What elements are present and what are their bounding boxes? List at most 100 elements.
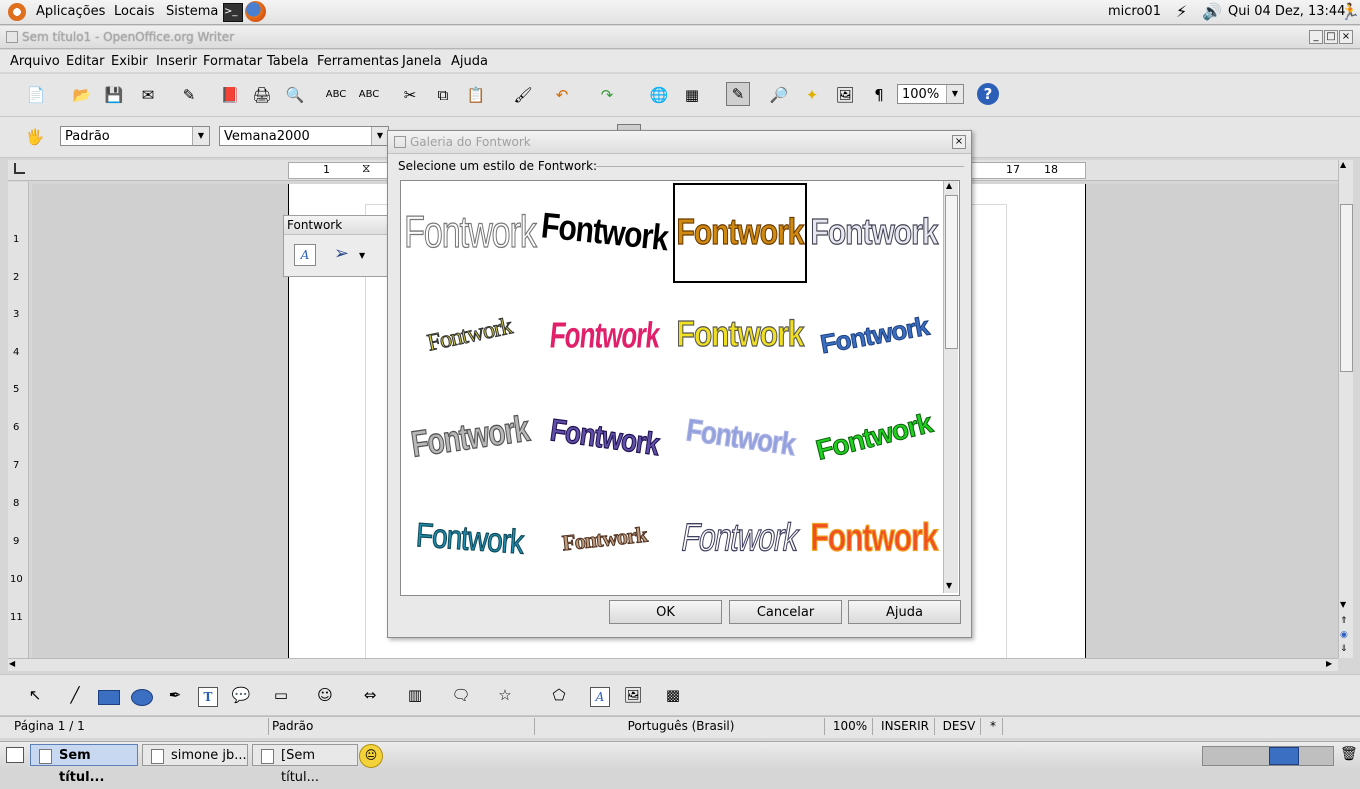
spellcheck-icon[interactable]: ABC bbox=[325, 84, 347, 106]
fontwork-style-6[interactable]: Fontwork bbox=[537, 285, 671, 385]
format-paintbrush-icon[interactable]: 🖌 bbox=[512, 84, 534, 106]
task-sem-titulo[interactable]: [Sem títul... bbox=[252, 744, 358, 785]
fontwork-style-3-selected[interactable]: Fontwork bbox=[673, 183, 807, 283]
navigation-icon[interactable]: ◉ bbox=[1340, 630, 1348, 640]
paste-icon[interactable]: 📋 bbox=[465, 84, 487, 106]
email-icon[interactable]: ✉ bbox=[137, 84, 159, 106]
ubuntu-logo-icon[interactable] bbox=[8, 3, 26, 21]
scroll-right-icon[interactable]: ▶ bbox=[1326, 659, 1332, 668]
freeform-line-icon[interactable]: ✒ bbox=[164, 684, 186, 706]
close-button[interactable]: × bbox=[1339, 30, 1353, 44]
chevron-down-icon[interactable]: ▼ bbox=[946, 85, 963, 103]
menu-janela[interactable]: Janela bbox=[402, 54, 442, 69]
user-name[interactable]: micro01 bbox=[1108, 4, 1161, 19]
fontwork-shape-icon[interactable]: ➢ bbox=[334, 243, 349, 264]
zoom-status[interactable]: 100% bbox=[828, 718, 873, 735]
fontwork-style-8[interactable]: Fontwork bbox=[807, 285, 941, 385]
points-icon[interactable]: ⬠ bbox=[548, 684, 570, 706]
scroll-up-icon[interactable]: ▲ bbox=[946, 181, 952, 190]
page-style[interactable]: Padrão bbox=[268, 718, 535, 735]
extrusion-icon[interactable]: ▩ bbox=[662, 684, 684, 706]
fontwork-style-11[interactable]: Fontwork bbox=[673, 387, 807, 487]
formatting-marks-icon[interactable]: ¶ bbox=[868, 84, 890, 106]
messenger-icon[interactable]: 😐 bbox=[359, 744, 383, 768]
fontwork-style-1[interactable]: Fontwork bbox=[403, 183, 538, 283]
zoom-combo[interactable]: 100% ▼ bbox=[897, 84, 964, 104]
rectangle-icon[interactable] bbox=[98, 690, 120, 705]
callout-icon[interactable]: 💬 bbox=[230, 684, 252, 706]
dialog-menu-icon[interactable] bbox=[394, 136, 406, 148]
tab-stop-icon[interactable] bbox=[14, 163, 25, 174]
workspace-switcher[interactable] bbox=[1202, 746, 1334, 766]
task-simone[interactable]: simone jb... bbox=[142, 744, 248, 766]
redo-icon[interactable]: ↷ bbox=[596, 84, 618, 106]
gallery-icon[interactable]: 🖼 bbox=[834, 84, 856, 106]
symbol-shapes-icon[interactable]: ☺ bbox=[314, 684, 336, 706]
styles-formatting-icon[interactable]: 🖐 bbox=[24, 126, 46, 148]
page-count[interactable]: Página 1 / 1 bbox=[8, 718, 269, 735]
select-arrow-icon[interactable]: ↖ bbox=[24, 684, 46, 706]
menu-arquivo[interactable]: Arquivo bbox=[10, 54, 60, 69]
show-desktop-icon[interactable] bbox=[6, 747, 24, 763]
previous-page-icon[interactable]: ⇑ bbox=[1340, 616, 1348, 626]
find-replace-icon[interactable]: 🔎 bbox=[768, 84, 790, 106]
flowcharts-icon[interactable]: ▥ bbox=[404, 684, 426, 706]
selection-mode[interactable]: DESV bbox=[938, 718, 981, 735]
fontwork-style-9[interactable]: Fontwork bbox=[403, 387, 537, 487]
stars-icon[interactable]: ☆ bbox=[494, 684, 516, 706]
indent-marker-icon[interactable]: ⧖ bbox=[362, 161, 370, 176]
scroll-left-icon[interactable]: ◀ bbox=[9, 659, 15, 668]
chevron-down-icon[interactable]: ▼ bbox=[192, 127, 209, 145]
cancel-button[interactable]: Cancelar bbox=[729, 600, 842, 624]
network-icon[interactable]: ⚡ bbox=[1176, 2, 1187, 21]
chevron-down-icon[interactable]: ▼ bbox=[371, 127, 388, 145]
menu-system[interactable]: Sistema bbox=[166, 4, 218, 19]
menu-tabela[interactable]: Tabela bbox=[267, 54, 309, 69]
block-arrows-icon[interactable]: ⇔ bbox=[359, 684, 381, 706]
navigator-icon[interactable]: ✦ bbox=[801, 84, 823, 106]
chevron-down-icon[interactable]: ▼ bbox=[359, 251, 365, 260]
vertical-ruler[interactable]: 1 2 3 4 5 6 7 8 9 10 11 bbox=[8, 182, 29, 658]
next-page-icon[interactable]: ⇓ bbox=[1340, 644, 1348, 654]
show-draw-functions-icon[interactable]: ✎ bbox=[726, 82, 750, 106]
dialog-close-button[interactable]: × bbox=[952, 135, 966, 149]
autospellcheck-icon[interactable]: ABC bbox=[358, 84, 380, 106]
vertical-scrollbar[interactable]: ▲ ▼ ⇑ ◉ ⇓ bbox=[1338, 160, 1353, 658]
help-button[interactable]: Ajuda bbox=[848, 600, 961, 624]
menu-places[interactable]: Locais bbox=[114, 4, 154, 19]
fontwork-style-4[interactable]: Fontwork bbox=[807, 183, 941, 283]
font-name-combo[interactable]: Vemana2000 ▼ bbox=[219, 126, 389, 146]
clock[interactable]: Qui 04 Dez, 13:44 bbox=[1228, 4, 1345, 19]
window-menu-icon[interactable] bbox=[6, 31, 18, 43]
fontwork-gallery-grid[interactable]: Fontwork Fontwork Fontwork Fontwork Font… bbox=[400, 180, 960, 596]
volume-icon[interactable]: 🔊 bbox=[1202, 2, 1222, 21]
help-icon[interactable]: ? bbox=[977, 83, 999, 105]
menu-exibir[interactable]: Exibir bbox=[111, 54, 148, 69]
window-titlebar[interactable]: Sem título1 - OpenOffice.org Writer _ □ … bbox=[0, 26, 1360, 49]
menu-ajuda[interactable]: Ajuda bbox=[451, 54, 488, 69]
fontwork-style-16[interactable]: Fontwork bbox=[807, 489, 941, 589]
cut-icon[interactable]: ✂ bbox=[399, 84, 421, 106]
scroll-down-icon[interactable]: ▼ bbox=[946, 581, 952, 590]
fontwork-style-14[interactable]: Fontwork bbox=[537, 489, 671, 589]
task-writer-active[interactable]: Sem títul... bbox=[30, 744, 138, 785]
minimize-button[interactable]: _ bbox=[1309, 30, 1323, 44]
scrollbar-thumb[interactable] bbox=[945, 195, 958, 349]
scroll-down-icon[interactable]: ▼ bbox=[1340, 600, 1346, 609]
fontwork-style-7[interactable]: Fontwork bbox=[673, 285, 807, 385]
scroll-up-icon[interactable]: ▲ bbox=[1340, 160, 1346, 169]
menu-formatar[interactable]: Formatar bbox=[203, 54, 262, 69]
ellipse-icon[interactable] bbox=[131, 689, 153, 706]
new-document-icon[interactable]: 📄 bbox=[25, 84, 47, 106]
basic-shapes-icon[interactable]: ▭ bbox=[270, 684, 292, 706]
copy-icon[interactable]: ⧉ bbox=[432, 84, 454, 106]
menu-inserir[interactable]: Inserir bbox=[156, 54, 197, 69]
menu-ferramentas[interactable]: Ferramentas bbox=[317, 54, 399, 69]
text-box-icon[interactable]: T bbox=[198, 687, 218, 707]
fontwork-gallery-icon[interactable]: A bbox=[294, 244, 316, 266]
open-folder-icon[interactable]: 📂 bbox=[71, 84, 93, 106]
table-icon[interactable]: ▦ bbox=[681, 84, 703, 106]
menu-editar[interactable]: Editar bbox=[66, 54, 105, 69]
workspace-active[interactable] bbox=[1269, 747, 1299, 765]
save-icon[interactable]: 💾 bbox=[103, 84, 125, 106]
